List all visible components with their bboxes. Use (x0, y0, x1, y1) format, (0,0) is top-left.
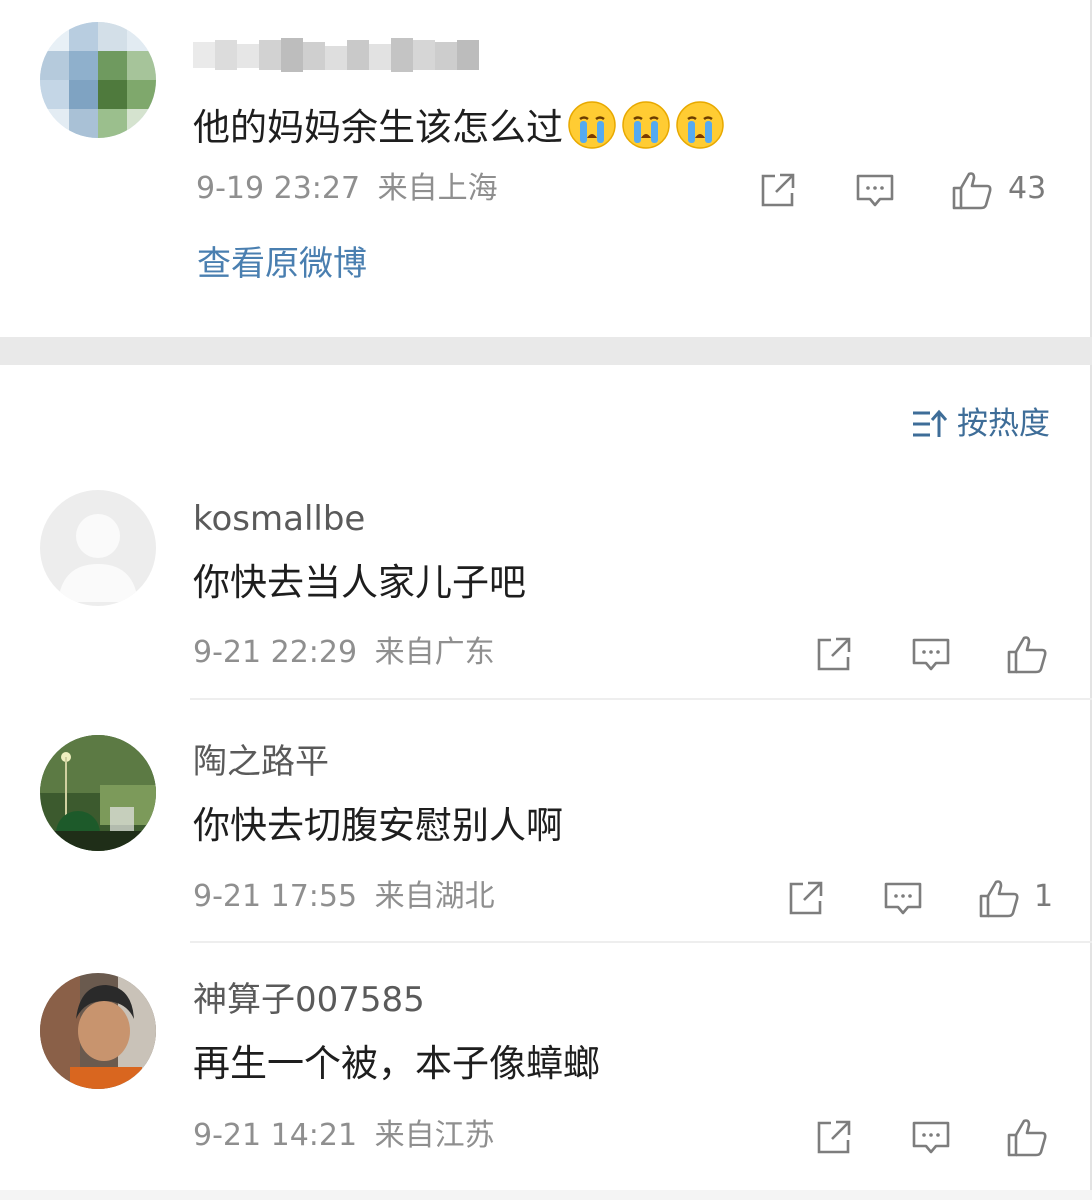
share-icon[interactable] (786, 878, 826, 918)
view-original-link[interactable]: 查看原微博 (197, 247, 367, 281)
comment-3-time: 9-21 14:21 (193, 1118, 358, 1153)
comment-2-location: 来自湖北 (374, 879, 495, 914)
like-icon[interactable] (977, 876, 1021, 920)
sort-label: 按热度 (957, 406, 1050, 442)
comment-3-avatar[interactable] (40, 973, 156, 1089)
share-icon[interactable] (814, 1117, 854, 1157)
bottom-edge (0, 1190, 1092, 1200)
crying-face-icon (621, 100, 671, 150)
comment-1-username[interactable]: kosmallbe (193, 502, 365, 536)
comment-1-meta: 9-21 22:29 来自广东 (193, 638, 495, 668)
sort-icon (911, 408, 948, 440)
post-like-count: 43 (1008, 171, 1047, 206)
like-icon[interactable] (950, 168, 994, 212)
comment-2-meta: 9-21 17:55 来自湖北 (193, 882, 495, 912)
comment-2-like-count: 1 (1034, 879, 1054, 914)
section-separator (0, 337, 1092, 365)
comment-3-meta: 9-21 14:21 来自江苏 (193, 1121, 495, 1151)
share-icon[interactable] (814, 634, 854, 674)
like-icon[interactable] (1005, 632, 1049, 676)
comment-3-username[interactable]: 神算子007585 (193, 983, 425, 1017)
comment-2-text: 你快去切腹安慰别人啊 (193, 804, 563, 847)
comment-icon[interactable] (911, 1117, 951, 1157)
post-text-content: 他的妈妈余生该怎么过 (193, 106, 563, 149)
post-text: 他的妈妈余生该怎么过 (193, 100, 725, 150)
like-icon[interactable] (1005, 1115, 1049, 1159)
comment-divider (190, 941, 1092, 943)
comment-1-location: 来自广东 (374, 635, 495, 670)
comment-2-username[interactable]: 陶之路平 (193, 745, 329, 779)
comment-1-text: 你快去当人家儿子吧 (193, 561, 526, 604)
comment-divider (190, 698, 1092, 700)
post-username-blurred[interactable] (193, 36, 481, 74)
crying-face-icon (567, 100, 617, 150)
comment-2-time: 9-21 17:55 (193, 879, 358, 914)
sort-by-hot-button[interactable]: 按热度 (911, 408, 1050, 440)
comment-1-avatar[interactable] (40, 490, 156, 606)
post-time: 9-19 23:27 (196, 171, 361, 206)
comment-3-location: 来自江苏 (374, 1118, 495, 1153)
comment-icon[interactable] (883, 878, 923, 918)
comment-3-text: 再生一个被，本子像蟑螂 (193, 1042, 600, 1085)
comment-icon[interactable] (855, 170, 895, 210)
post-avatar-pixelated[interactable] (40, 22, 156, 138)
post-location: 来自上海 (377, 171, 498, 206)
comment-2-avatar[interactable] (40, 735, 156, 851)
comment-icon[interactable] (911, 634, 951, 674)
comment-1-time: 9-21 22:29 (193, 635, 358, 670)
crying-face-icon (675, 100, 725, 150)
share-icon[interactable] (758, 170, 798, 210)
post-meta: 9-19 23:27 来自上海 (196, 174, 498, 204)
